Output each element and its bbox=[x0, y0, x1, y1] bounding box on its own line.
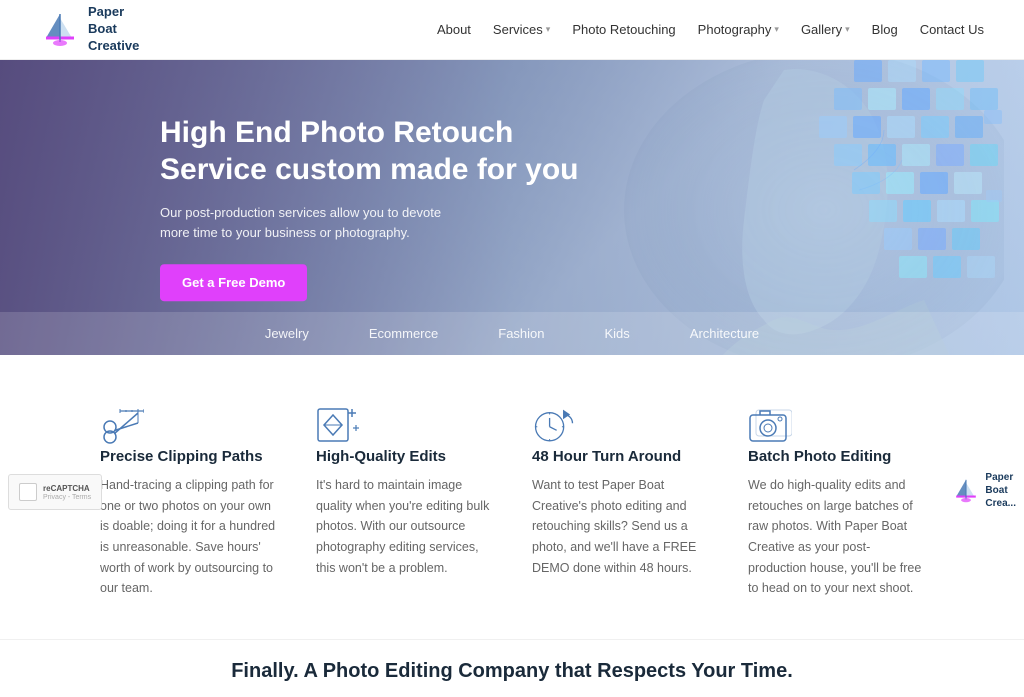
feature-title-turnaround: 48 Hour Turn Around bbox=[532, 448, 708, 465]
footer-brand-text: Paper Boat Crea... bbox=[985, 471, 1016, 510]
category-architecture[interactable]: Architecture bbox=[690, 326, 759, 341]
nav: About Services ▾ Photo Retouching Photog… bbox=[437, 22, 984, 37]
logo-text: Paper Boat Creative bbox=[88, 4, 139, 55]
feature-desc-quality: It's hard to maintain image quality when… bbox=[316, 475, 492, 578]
feature-title-batch: Batch Photo Editing bbox=[748, 448, 924, 465]
camera-icon bbox=[748, 405, 792, 445]
nav-gallery[interactable]: Gallery ▾ bbox=[801, 22, 850, 37]
nav-about[interactable]: About bbox=[437, 22, 471, 37]
nav-photo-retouching[interactable]: Photo Retouching bbox=[572, 22, 675, 37]
hero-section: High End Photo Retouch Service custom ma… bbox=[0, 60, 1024, 355]
nav-contact[interactable]: Contact Us bbox=[920, 22, 984, 37]
category-ecommerce[interactable]: Ecommerce bbox=[369, 326, 438, 341]
feature-clipping-paths: Precise Clipping Paths Hand-tracing a cl… bbox=[100, 405, 276, 599]
recaptcha-checkbox[interactable] bbox=[19, 483, 37, 501]
hero-face-svg bbox=[524, 60, 1004, 355]
nav-blog[interactable]: Blog bbox=[872, 22, 898, 37]
feature-desc-clipping: Hand-tracing a clipping path for one or … bbox=[100, 475, 276, 599]
chevron-down-icon: ▾ bbox=[546, 24, 551, 35]
category-kids[interactable]: Kids bbox=[605, 326, 630, 341]
features-section: Precise Clipping Paths Hand-tracing a cl… bbox=[0, 355, 1024, 639]
feature-batch-editing: Batch Photo Editing We do high-quality e… bbox=[748, 405, 924, 599]
category-jewelry[interactable]: Jewelry bbox=[265, 326, 309, 341]
category-fashion[interactable]: Fashion bbox=[498, 326, 544, 341]
feature-turnaround: 48 Hour Turn Around Want to test Paper B… bbox=[532, 405, 708, 599]
logo[interactable]: Paper Boat Creative bbox=[40, 4, 139, 55]
feature-title-clipping: Precise Clipping Paths bbox=[100, 448, 276, 465]
recaptcha-sublabel: Privacy - Terms bbox=[43, 494, 91, 501]
footer-logo-icon bbox=[952, 477, 980, 505]
bottom-tagline: Finally. A Photo Editing Company that Re… bbox=[0, 639, 1024, 697]
header: Paper Boat Creative About Services ▾ Pho… bbox=[0, 0, 1024, 60]
hero-title: High End Photo Retouch Service custom ma… bbox=[160, 114, 590, 189]
recaptcha-widget[interactable]: reCAPTCHA Privacy - Terms bbox=[8, 474, 102, 510]
logo-icon bbox=[40, 10, 80, 50]
chevron-down-icon: ▾ bbox=[845, 24, 850, 35]
category-bar: Jewelry Ecommerce Fashion Kids Architect… bbox=[0, 312, 1024, 355]
hero-content: High End Photo Retouch Service custom ma… bbox=[160, 114, 590, 302]
nav-photography[interactable]: Photography ▾ bbox=[698, 22, 779, 37]
get-free-demo-button[interactable]: Get a Free Demo bbox=[160, 264, 307, 301]
recaptcha-label: reCAPTCHA bbox=[43, 484, 91, 493]
feature-desc-batch: We do high-quality edits and retouches o… bbox=[748, 475, 924, 599]
scissors-icon bbox=[100, 405, 144, 445]
diamond-icon bbox=[316, 405, 360, 445]
feature-quality-edits: High-Quality Edits It's hard to maintain… bbox=[316, 405, 492, 599]
clock-icon bbox=[532, 405, 576, 445]
feature-desc-turnaround: Want to test Paper Boat Creative's photo… bbox=[532, 475, 708, 578]
feature-title-quality: High-Quality Edits bbox=[316, 448, 492, 465]
chevron-down-icon: ▾ bbox=[774, 24, 779, 35]
nav-services[interactable]: Services ▾ bbox=[493, 22, 550, 37]
hero-subtitle: Our post-production services allow you t… bbox=[160, 203, 470, 245]
footer-brand: Paper Boat Crea... bbox=[952, 471, 1016, 510]
